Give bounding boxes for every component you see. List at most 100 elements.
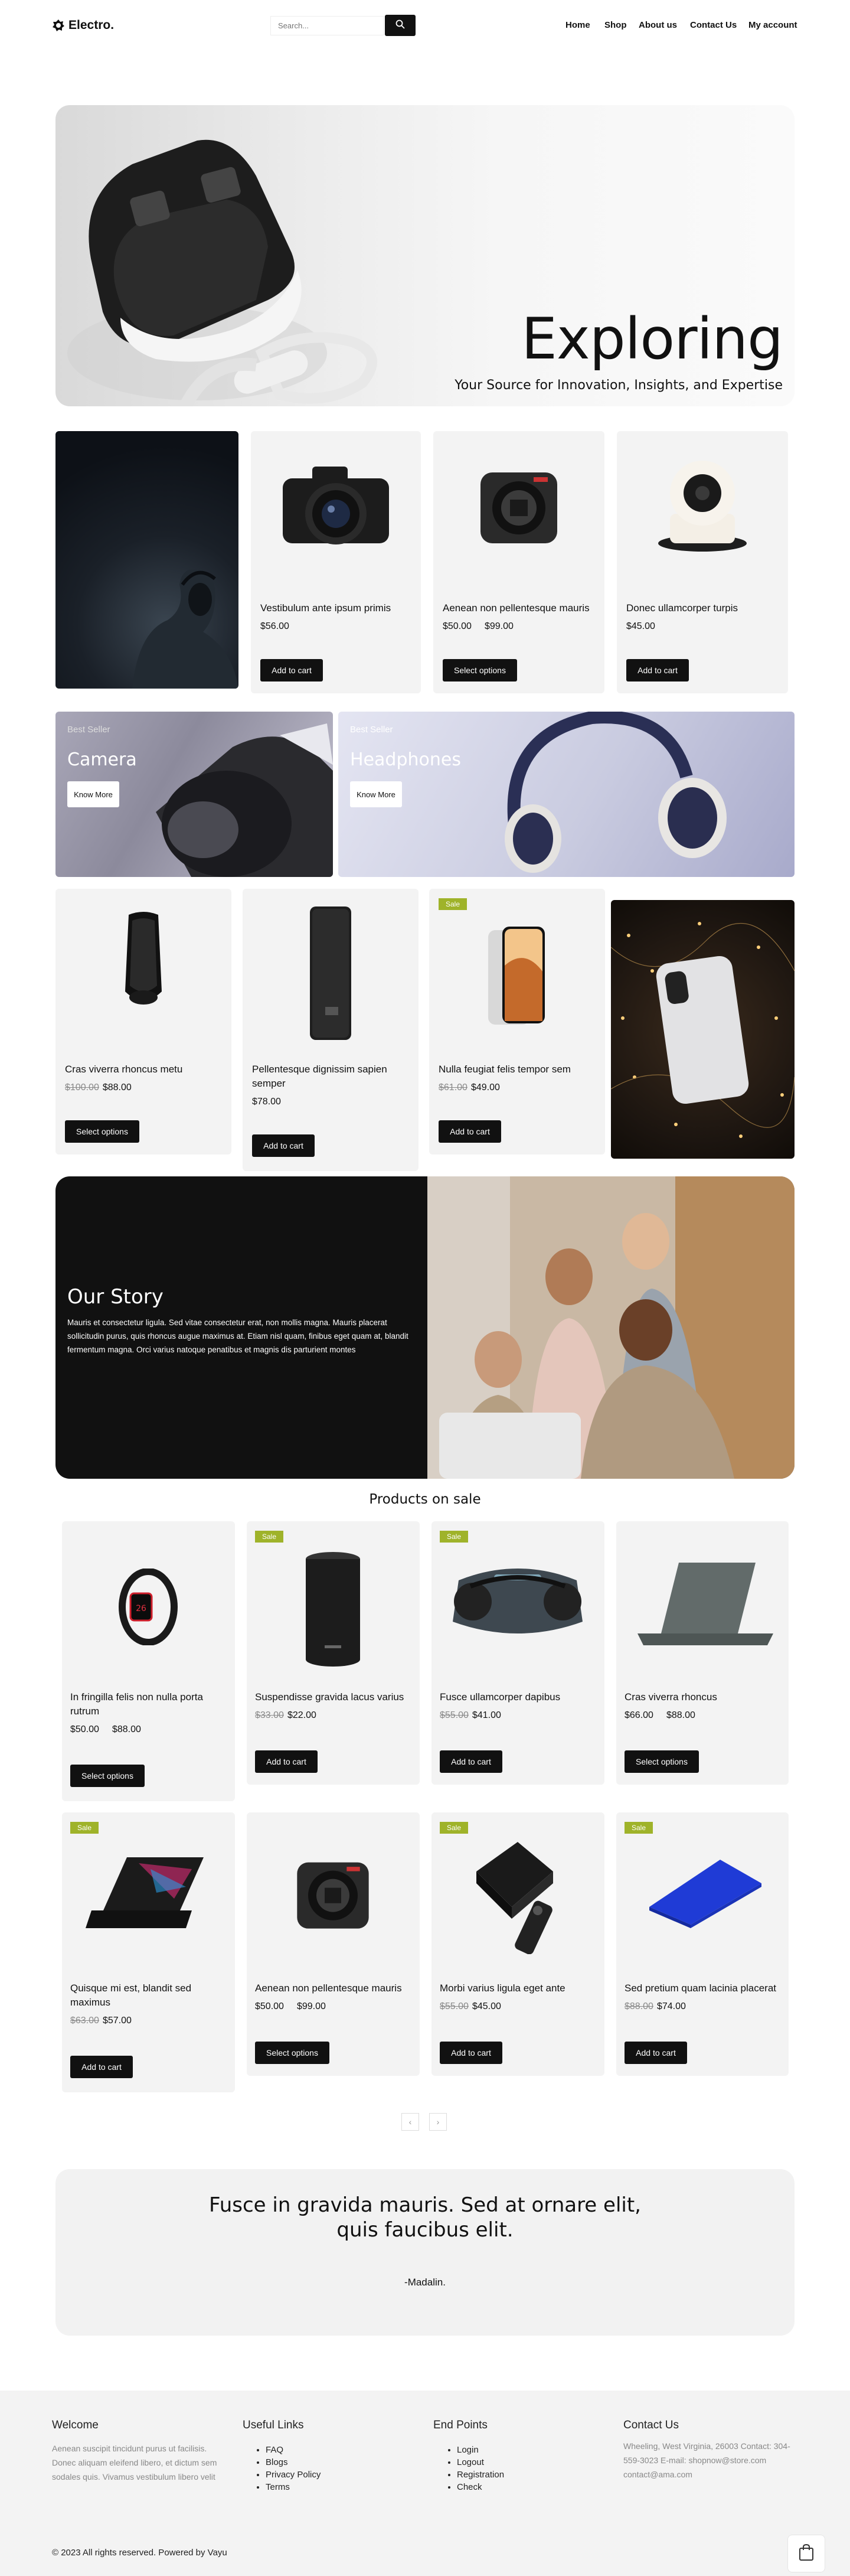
shopping-bag-icon — [798, 2544, 815, 2564]
footer-link-blogs[interactable]: Blogs — [266, 2456, 321, 2469]
gaming-laptop-image — [86, 1857, 204, 1928]
search-button[interactable] — [385, 15, 416, 36]
blue-laptop-image — [649, 1860, 761, 1928]
product-card[interactable]: Sale Quisque mi est, blandit sed maximus… — [62, 1812, 235, 2092]
cart-button[interactable] — [787, 2535, 825, 2572]
add-to-cart-button[interactable]: Add to cart — [70, 2056, 133, 2078]
select-options-button[interactable]: Select options — [625, 1750, 699, 1773]
product-card[interactable]: Sale Suspendisse gravida lacus varius $3… — [247, 1521, 420, 1785]
search-icon — [395, 19, 405, 32]
footer-endpoints-title: End Points — [433, 2419, 488, 2431]
story-text: Mauris et consectetur ligula. Sed vitae … — [67, 1318, 408, 1354]
nav-about[interactable]: About us — [639, 20, 677, 30]
product-card[interactable]: Donec ullamcorper turpis $45.00 Add to c… — [617, 431, 788, 693]
product-title[interactable]: Sed pretium quam lacinia placerat — [625, 1981, 784, 1995]
nav-account[interactable]: My account — [748, 20, 797, 30]
hero-title: Exploring — [521, 306, 783, 372]
security-camera-image — [658, 461, 747, 552]
product-title[interactable]: Donec ullamcorper turpis — [626, 601, 780, 615]
hero-subtitle: Your Source for Innovation, Insights, an… — [455, 378, 783, 393]
logo-icon — [52, 19, 65, 32]
our-story-section: Our Story Mauris et consectetur ligula. … — [55, 1176, 795, 1479]
headphones-banner[interactable]: Best Seller Headphones Know More — [338, 712, 795, 877]
product-title[interactable]: In fringilla felis non nulla porta rutru… — [70, 1690, 218, 1719]
product-price: $88.00 $74.00 — [625, 2001, 686, 2011]
footer-link-faq[interactable]: FAQ — [266, 2444, 321, 2456]
footer-links-list: FAQ Blogs Privacy Policy Terms — [266, 2444, 321, 2493]
headphones-image — [505, 712, 727, 873]
product-card[interactable]: Sale Morbi varius ligula eget ante $55.0… — [431, 1812, 604, 2076]
search-input[interactable] — [270, 16, 384, 35]
add-to-cart-button[interactable]: Add to cart — [252, 1134, 315, 1157]
add-to-cart-button[interactable]: Add to cart — [440, 2042, 502, 2064]
banner-title: Headphones — [350, 749, 461, 770]
footer-link-login[interactable]: Login — [457, 2444, 504, 2456]
select-options-button[interactable]: Select options — [443, 659, 517, 682]
nav-home[interactable]: Home — [565, 20, 590, 30]
product-card[interactable]: Sale Fusce ullamcorper dapibus $55.00 $41… — [431, 1521, 604, 1785]
smartphone-image — [488, 927, 545, 1025]
product-title[interactable]: Cras viverra rhoncus metu — [65, 1062, 224, 1077]
vr-headset-image — [67, 139, 377, 406]
pagination-prev[interactable]: ‹ — [401, 2113, 419, 2131]
banner-title: Camera — [67, 749, 137, 770]
camera-body-image — [297, 1862, 369, 1929]
add-to-cart-button[interactable]: Add to cart — [440, 1750, 502, 1773]
product-title[interactable]: Fusce ullamcorper dapibus — [440, 1690, 599, 1704]
camera-body-image — [480, 472, 557, 543]
iphone-lights-image — [611, 922, 795, 1138]
footer-welcome-title: Welcome — [52, 2419, 99, 2431]
add-to-cart-button[interactable]: Add to cart — [255, 1750, 318, 1773]
add-to-cart-button[interactable]: Add to cart — [626, 659, 689, 682]
add-to-cart-button[interactable]: Add to cart — [260, 659, 323, 682]
product-card[interactable]: Aenean non pellentesque mauris $50.00 $99… — [247, 1812, 420, 2076]
nav-contact[interactable]: Contact Us — [690, 20, 737, 30]
product-title[interactable]: Aenean non pellentesque mauris — [443, 601, 596, 615]
product-title[interactable]: Pellentesque dignissim sapien semper — [252, 1062, 400, 1091]
footer-link-check[interactable]: Check — [457, 2481, 504, 2493]
product-price: $55.00 $41.00 — [440, 1710, 501, 1720]
footer-link-logout[interactable]: Logout — [457, 2456, 504, 2469]
product-title[interactable]: Cras viverra rhoncus — [625, 1690, 784, 1704]
pagination-next[interactable]: › — [429, 2113, 447, 2131]
product-card[interactable]: Sale Sed pretium quam lacinia placerat $… — [616, 1812, 789, 2076]
banner-label: Best Seller — [350, 725, 393, 735]
product-title[interactable]: Suspendisse gravida lacus varius — [255, 1690, 414, 1704]
footer-link-privacy[interactable]: Privacy Policy — [266, 2469, 321, 2481]
know-more-button[interactable]: Know More — [350, 781, 402, 807]
camera-banner[interactable]: Best Seller Camera Know More — [55, 712, 333, 877]
site-logo[interactable]: Electro. — [52, 17, 114, 34]
product-card[interactable]: Sale Nulla feugiat felis tempor sem $61.… — [429, 889, 605, 1155]
footer-links-title: Useful Links — [243, 2419, 304, 2431]
footer-contact-title: Contact Us — [623, 2419, 679, 2431]
add-to-cart-button[interactable]: Add to cart — [625, 2042, 687, 2064]
product-title[interactable]: Vestibulum ante ipsum primis — [260, 601, 414, 615]
select-options-button[interactable]: Select options — [70, 1765, 145, 1787]
cylinder-speaker-image — [306, 1552, 360, 1667]
product-title[interactable]: Quisque mi est, blandit sed maximus — [70, 1981, 218, 2010]
product-card[interactable]: 26 In fringilla felis non nulla porta ru… — [62, 1521, 235, 1801]
add-to-cart-button[interactable]: Add to cart — [439, 1120, 501, 1143]
man-headphones-image — [132, 569, 238, 689]
testimonial-quote: Fusce in gravida mauris. Sed at ornare e… — [209, 2193, 641, 2242]
product-card[interactable]: Cras viverra rhoncus $66.00 $88.00 Select… — [616, 1521, 789, 1785]
product-card[interactable]: Vestibulum ante ipsum primis $56.00 Add … — [251, 431, 421, 693]
know-more-button[interactable]: Know More — [67, 781, 119, 807]
product-title[interactable]: Nulla feugiat felis tempor sem — [439, 1062, 598, 1077]
product-title[interactable]: Morbi varius ligula eget ante — [440, 1981, 599, 1995]
footer-link-registration[interactable]: Registration — [457, 2469, 504, 2481]
product-card[interactable]: Cras viverra rhoncus metu $100.00 $88.00 … — [55, 889, 231, 1155]
footer-contact-text: Wheeling, West Virginia, 26003 Contact: … — [623, 2441, 790, 2479]
product-card[interactable]: Aenean non pellentesque mauris $50.00 $99… — [433, 431, 604, 693]
product-title[interactable]: Aenean non pellentesque mauris — [255, 1981, 414, 1995]
product-price: $100.00 $88.00 — [65, 1082, 132, 1093]
select-options-button[interactable]: Select options — [65, 1120, 139, 1143]
product-price-range: $50.00 $88.00 — [70, 1724, 141, 1734]
gray-laptop-image — [638, 1563, 773, 1645]
nav-shop[interactable]: Shop — [604, 20, 627, 30]
select-options-button[interactable]: Select options — [255, 2042, 329, 2064]
product-card[interactable]: Pellentesque dignissim sapien semper $78… — [243, 889, 419, 1171]
product-price: $56.00 — [260, 621, 289, 631]
footer-link-terms[interactable]: Terms — [266, 2481, 321, 2493]
story-title: Our Story — [67, 1285, 164, 1309]
